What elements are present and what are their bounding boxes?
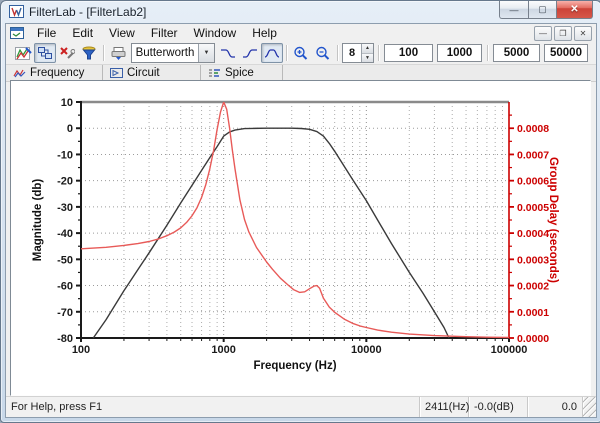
toolbar: Butterworth ▼ — [6, 42, 596, 64]
status-cursor-extra: 0.0 — [528, 397, 583, 417]
mdi-close-icon: ✕ — [580, 29, 587, 38]
minimize-button[interactable]: — — [499, 1, 529, 19]
tab-label: Circuit — [127, 67, 160, 79]
frequency-tab-icon — [13, 68, 26, 78]
status-cursor-frequency: 2411(Hz) — [420, 397, 469, 417]
toolbar-separator — [286, 45, 287, 61]
mdi-controls: — ❐ ✕ — [534, 26, 592, 41]
order-spinner[interactable]: 8 ▲ ▼ — [342, 43, 374, 63]
response-plot-icon — [15, 46, 32, 61]
menu-file[interactable]: File — [29, 25, 64, 41]
toolbar-separator — [378, 45, 379, 61]
spice-tools-button[interactable] — [56, 43, 78, 63]
toolbar-separator — [487, 45, 488, 61]
tab-frequency[interactable]: Frequency — [6, 65, 103, 81]
lowpass-curve-icon — [220, 47, 236, 59]
x-axis-label: Frequency (Hz) — [81, 360, 509, 372]
menu-help[interactable]: Help — [244, 25, 285, 41]
circuit-view-icon — [37, 46, 53, 60]
maximize-button[interactable]: ▢ — [529, 1, 557, 19]
tab-label: Frequency — [30, 67, 84, 79]
minimize-icon: — — [510, 5, 519, 15]
resize-grip[interactable] — [583, 397, 596, 417]
print-export-icon — [110, 46, 127, 60]
toolbar-separator — [337, 45, 338, 61]
menu-edit[interactable]: Edit — [64, 25, 101, 41]
freq-field-1[interactable]: 100 — [384, 44, 433, 62]
response-plot-button[interactable] — [12, 43, 34, 63]
close-button[interactable]: ✕ — [557, 1, 593, 19]
mdi-restore-icon: ❐ — [559, 29, 566, 38]
maximize-icon: ▢ — [538, 4, 547, 15]
left-axis-label: Magnitude (db) — [32, 179, 44, 261]
spinner-buttons: ▲ ▼ — [361, 44, 373, 62]
titlebar: FilterLab - [FilterLab2] — ▢ ✕ — [1, 1, 600, 23]
status-cursor-magnitude: -0.0(dB) — [469, 397, 528, 417]
filter-type-combobox[interactable]: Butterworth ▼ — [131, 43, 215, 63]
freq-field-3[interactable]: 5000 — [493, 44, 540, 62]
filter-funnel-button[interactable] — [78, 43, 100, 63]
menu-window[interactable]: Window — [186, 25, 245, 41]
mdi-minimize-button[interactable]: — — [534, 26, 552, 41]
tab-circuit[interactable]: Circuit — [103, 65, 201, 81]
filter-funnel-icon — [81, 46, 97, 60]
caption-buttons: — ▢ ✕ — [499, 1, 593, 19]
zoom-in-icon — [293, 46, 309, 60]
filter-type-value: Butterworth — [132, 47, 198, 59]
order-value: 8 — [343, 44, 361, 62]
window-title: FilterLab - [FilterLab2] — [29, 5, 146, 19]
menu-filter[interactable]: Filter — [143, 25, 186, 41]
spin-down-icon[interactable]: ▼ — [362, 54, 373, 63]
spin-up-icon[interactable]: ▲ — [362, 44, 373, 54]
print-export-button[interactable] — [107, 43, 129, 63]
spice-tools-icon — [59, 46, 75, 60]
tab-label: Spice — [225, 67, 254, 79]
zoom-out-button[interactable] — [312, 43, 334, 63]
zoom-in-button[interactable] — [290, 43, 312, 63]
spice-tab-icon — [208, 68, 221, 78]
mdi-restore-button[interactable]: ❐ — [554, 26, 572, 41]
freq-field-4[interactable]: 50000 — [544, 44, 588, 62]
close-icon: ✕ — [570, 4, 578, 15]
status-help: For Help, press F1 — [6, 397, 420, 417]
circuit-tab-icon — [110, 68, 123, 78]
toolbar-separator — [103, 45, 104, 61]
client-area: File Edit View Filter Window Help — ❐ ✕ — [5, 23, 597, 418]
lowpass-shape-button[interactable] — [217, 43, 239, 63]
plot-document[interactable] — [10, 80, 591, 396]
statusbar: For Help, press F1 2411(Hz) -0.0(dB) 0.0 — [6, 396, 596, 417]
highpass-curve-icon — [242, 47, 258, 59]
bandpass-shape-button[interactable] — [261, 43, 283, 63]
mdi-close-button[interactable]: ✕ — [574, 26, 592, 41]
freq-field-2[interactable]: 1000 — [437, 44, 482, 62]
bandpass-curve-icon — [264, 47, 280, 59]
chevron-down-icon[interactable]: ▼ — [198, 44, 214, 62]
tab-spice[interactable]: Spice — [201, 65, 283, 81]
menubar: File Edit View Filter Window Help — ❐ ✕ — [6, 24, 596, 42]
app-icon — [9, 5, 24, 18]
right-axis-label: Group Delay (seconds) — [547, 157, 559, 283]
zoom-out-icon — [315, 46, 331, 60]
highpass-shape-button[interactable] — [239, 43, 261, 63]
child-window-icon — [10, 27, 24, 39]
menu-view[interactable]: View — [101, 25, 143, 41]
circuit-view-button[interactable] — [34, 43, 56, 63]
filterlab-window: FilterLab - [FilterLab2] — ▢ ✕ File Edit… — [0, 0, 600, 423]
mdi-minimize-icon: — — [539, 29, 547, 38]
